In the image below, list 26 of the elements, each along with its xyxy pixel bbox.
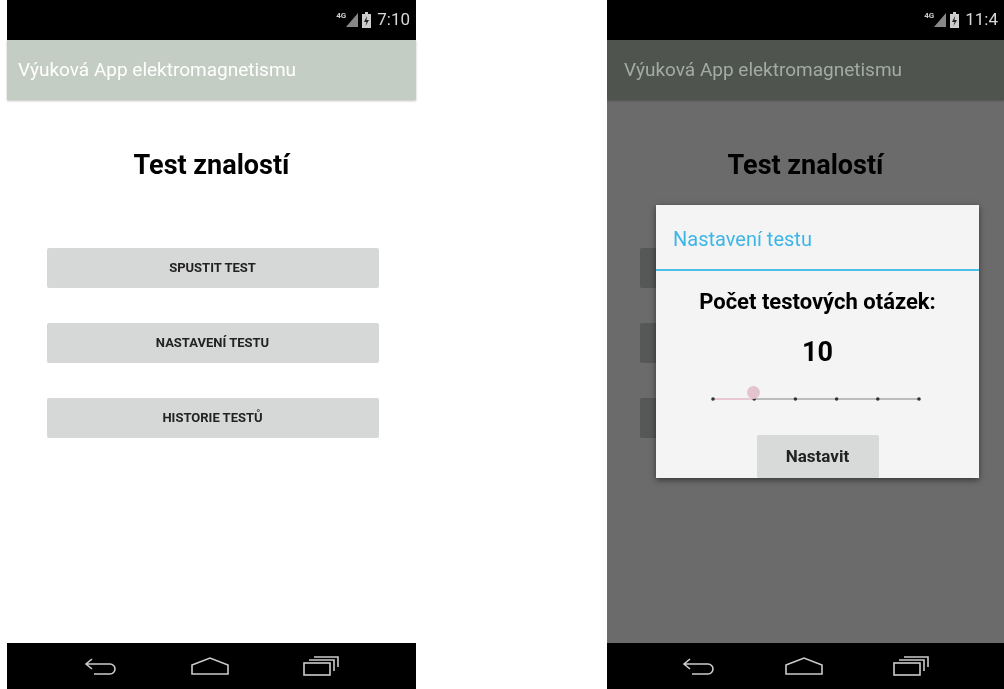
page-heading: Test znalostí [133, 148, 290, 183]
menu-button[interactable]: SPUSTIT TEST [46, 247, 379, 288]
set-button[interactable]: Nastavit [756, 434, 879, 478]
app-title: Výuková App elektromagnetismu [18, 56, 297, 83]
home-icon[interactable] [785, 657, 824, 675]
recent-apps-icon[interactable] [893, 656, 930, 676]
network-label: 4G [924, 10, 935, 22]
signal-icon [934, 13, 947, 27]
dialog-title: Nastavení testu [656, 205, 979, 272]
question-count-value: 10 [802, 335, 833, 371]
back-icon[interactable] [681, 657, 716, 675]
battery-icon [362, 12, 372, 28]
app-title: Výuková App elektromagnetismu [624, 56, 903, 83]
slider-thumb[interactable] [747, 385, 761, 399]
menu-button[interactable]: HISTORIE TESTŮ [46, 397, 379, 438]
status-time: 7:10 [377, 8, 410, 32]
network-label: 4G [336, 10, 347, 22]
signal-icon [346, 13, 359, 27]
question-count-label: Počet testových otázek: [699, 288, 936, 317]
menu-button[interactable]: NASTAVENÍ TESTU [46, 322, 379, 363]
home-icon[interactable] [191, 657, 230, 675]
battery-icon [950, 12, 960, 28]
status-time: 11:4 [965, 8, 998, 32]
page-heading: Test znalostí [727, 148, 884, 183]
back-icon[interactable] [83, 657, 118, 675]
recent-apps-icon[interactable] [303, 656, 340, 676]
